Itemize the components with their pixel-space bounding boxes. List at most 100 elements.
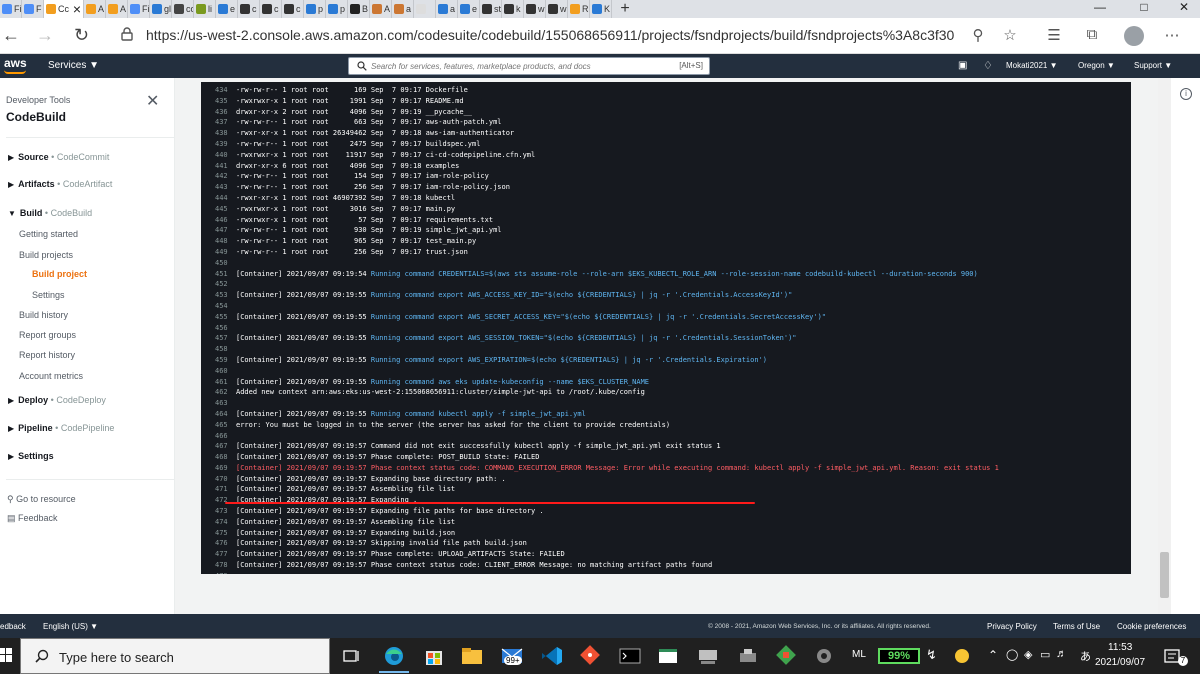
store-icon[interactable] — [422, 645, 446, 667]
sidebar-item-settings[interactable]: ▶ Settings — [8, 451, 54, 461]
build-log-panel[interactable]: 434 -rw-rw-r-- 1 root root 169 Sep 7 09:1… — [201, 82, 1131, 574]
sidebar-go-to-resource[interactable]: ⚲ Go to resource — [7, 494, 76, 505]
network-drive-icon[interactable] — [696, 645, 720, 667]
browser-tab[interactable]: k — [502, 0, 524, 18]
browser-tab[interactable]: Fi — [0, 0, 22, 18]
browser-tab[interactable]: w — [546, 0, 568, 18]
sidebar-item-deploy[interactable]: ▶ Deploy • CodeDeploy — [8, 395, 106, 405]
back-icon[interactable]: ← — [2, 25, 20, 46]
aws-search-input[interactable] — [371, 59, 671, 73]
browser-tab[interactable]: A — [370, 0, 392, 18]
display-icon[interactable]: ▭ — [1040, 648, 1050, 661]
vscode-icon[interactable] — [540, 645, 564, 667]
new-tab-icon[interactable]: + — [612, 0, 638, 18]
browser-tab[interactable]: a — [436, 0, 458, 18]
forward-icon[interactable]: → — [36, 25, 54, 46]
sidebar-item-account-metrics[interactable]: Account metrics — [19, 371, 83, 381]
zoom-icon[interactable]: ⚲ — [968, 26, 988, 44]
cloudshell-icon[interactable]: ▣ — [958, 60, 967, 71]
browser-tab[interactable]: st — [480, 0, 502, 18]
browser-tab[interactable]: A — [106, 0, 128, 18]
window-app-icon[interactable] — [656, 645, 680, 667]
language-indicator[interactable]: ML — [852, 649, 866, 660]
close-window-icon[interactable]: ✕ — [1164, 0, 1200, 18]
browser-tab[interactable]: gl — [150, 0, 172, 18]
browser-tab[interactable]: cc — [172, 0, 194, 18]
clock-time[interactable]: 11:53 — [1108, 642, 1132, 653]
browser-tab[interactable]: B — [348, 0, 370, 18]
aws-logo[interactable]: aws — [4, 56, 27, 70]
url-field[interactable]: https://us-west-2.console.aws.amazon.com… — [146, 27, 954, 43]
clock-date[interactable]: 2021/09/07 — [1095, 657, 1145, 668]
power-plug-icon[interactable]: ↯ — [926, 647, 937, 663]
notifications-bell-icon[interactable]: ♢ — [983, 59, 993, 72]
battery-percent[interactable]: 99% — [878, 648, 920, 664]
support-menu[interactable]: Support ▼ — [1134, 61, 1172, 70]
browser-tab[interactable]: A — [84, 0, 106, 18]
sidebar-item-report-history[interactable]: Report history — [19, 350, 75, 360]
sidebar-feedback[interactable]: ▤ Feedback — [7, 513, 58, 524]
more-options-icon[interactable]: ⋯ — [1162, 26, 1182, 44]
sidebar-item-source[interactable]: ▶ Source • CodeCommit — [8, 152, 109, 162]
browser-tab[interactable]: K — [590, 0, 612, 18]
minimize-icon[interactable]: — — [1080, 0, 1120, 18]
maximize-icon[interactable]: □ — [1124, 0, 1164, 18]
sidebar-item-artifacts[interactable]: ▶ Artifacts • CodeArtifact — [8, 179, 112, 189]
browser-tab[interactable]: Fi — [128, 0, 150, 18]
sidebar-item-build-history[interactable]: Build history — [19, 310, 68, 320]
weather-icon[interactable] — [950, 645, 974, 667]
browser-tab[interactable]: e — [458, 0, 480, 18]
account-menu[interactable]: Mokati2021 ▼ — [1006, 61, 1058, 70]
sidebar-title[interactable]: CodeBuild — [6, 110, 66, 124]
taskbar-search[interactable]: Type here to search — [20, 638, 330, 674]
sidebar-item-settings-sub[interactable]: Settings — [32, 290, 65, 300]
region-menu[interactable]: Oregon ▼ — [1078, 61, 1115, 70]
collections-icon[interactable]: ⧉ — [1082, 26, 1102, 43]
wifi-icon[interactable]: ◈ — [1024, 648, 1032, 661]
close-icon[interactable]: ✕ — [146, 91, 159, 111]
privacy-policy-link[interactable]: Privacy Policy — [987, 622, 1037, 631]
favorite-star-icon[interactable]: ☆ — [1000, 26, 1020, 44]
close-icon[interactable]: × — [71, 1, 83, 17]
browser-tab[interactable]: c — [282, 0, 304, 18]
docker-icon[interactable] — [736, 645, 760, 667]
browser-tab[interactable]: e — [216, 0, 238, 18]
terms-of-use-link[interactable]: Terms of Use — [1053, 622, 1100, 631]
browser-tab[interactable]: a — [392, 0, 414, 18]
meet-icon[interactable]: ◯ — [1006, 648, 1018, 661]
browser-tab[interactable]: li — [194, 0, 216, 18]
ime-icon[interactable]: あ — [1080, 648, 1091, 664]
browser-tab[interactable]: R — [568, 0, 590, 18]
sidebar-item-build[interactable]: ▼ Build • CodeBuild — [8, 208, 92, 218]
profile-avatar[interactable] — [1124, 26, 1144, 46]
scrollbar-track[interactable] — [1158, 78, 1171, 614]
task-view-icon[interactable] — [340, 645, 364, 667]
favorites-list-icon[interactable]: ☰ — [1044, 26, 1064, 44]
git-icon[interactable] — [578, 645, 602, 667]
scrollbar-thumb[interactable] — [1160, 552, 1169, 598]
footer-feedback-link[interactable]: edback — [0, 622, 26, 631]
reload-icon[interactable]: ↻ — [74, 25, 89, 46]
browser-tab[interactable]: w — [524, 0, 546, 18]
browser-tab[interactable]: c — [238, 0, 260, 18]
language-selector[interactable]: English (US) ▼ — [43, 622, 98, 631]
browser-tab[interactable]: F — [22, 0, 44, 18]
browser-tab[interactable]: c — [260, 0, 282, 18]
info-icon[interactable]: i — [1180, 88, 1192, 100]
edge-browser-icon[interactable] — [382, 645, 406, 667]
services-menu[interactable]: Services ▼ — [48, 60, 99, 71]
browser-tab[interactable] — [414, 0, 436, 18]
cookie-preferences-link[interactable]: Cookie preferences — [1117, 622, 1186, 631]
sidebar-item-pipeline[interactable]: ▶ Pipeline • CodePipeline — [8, 423, 114, 433]
sidebar-item-report-groups[interactable]: Report groups — [19, 330, 76, 340]
volume-icon[interactable]: ♬ — [1056, 648, 1067, 660]
windows-start-icon[interactable] — [0, 648, 12, 662]
git-gui-icon[interactable] — [774, 645, 798, 667]
aws-search-box[interactable]: [Alt+S] — [348, 57, 710, 75]
sidebar-item-build-projects[interactable]: Build projects — [19, 250, 73, 260]
sidebar-item-getting-started[interactable]: Getting started — [19, 229, 78, 239]
browser-tab[interactable]: p — [304, 0, 326, 18]
file-explorer-icon[interactable] — [460, 645, 484, 667]
settings-app-icon[interactable] — [812, 645, 836, 667]
sidebar-item-build-project[interactable]: Build project — [32, 269, 87, 279]
